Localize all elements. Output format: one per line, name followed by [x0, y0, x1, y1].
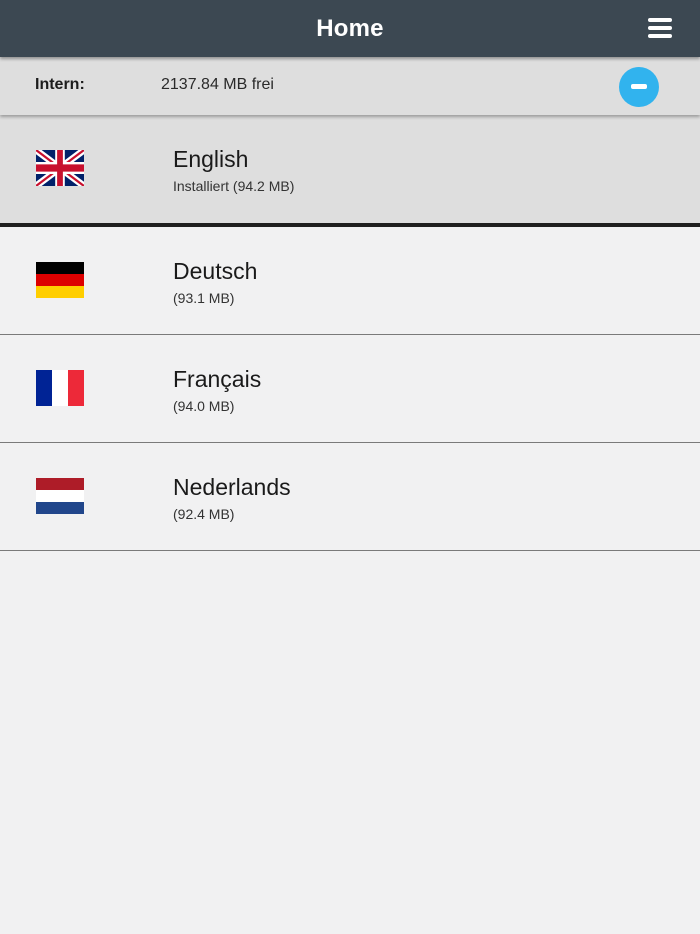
language-row-nederlands[interactable]: Nederlands (92.4 MB): [0, 443, 700, 551]
storage-free-value: 2137.84 MB frei: [161, 76, 274, 93]
france-flag-icon: [36, 370, 84, 406]
language-row-english[interactable]: English Installiert (94.2 MB): [0, 115, 700, 227]
app-header: Home: [0, 0, 700, 57]
language-size: (93.1 MB): [173, 290, 235, 306]
uk-flag-icon: [36, 150, 84, 186]
germany-flag-icon: [36, 262, 84, 298]
language-size: (94.0 MB): [173, 398, 235, 414]
language-name: Nederlands: [173, 474, 291, 500]
language-row-francais[interactable]: Français (94.0 MB): [0, 335, 700, 443]
language-size: (92.4 MB): [173, 506, 235, 522]
minus-circle-icon: [631, 84, 647, 89]
storage-bar: Intern: 2137.84 MB frei: [0, 57, 700, 115]
language-row-deutsch[interactable]: Deutsch (93.1 MB): [0, 227, 700, 335]
language-list: English Installiert (94.2 MB) Deutsch (9…: [0, 115, 700, 551]
page-title: Home: [316, 15, 384, 42]
hamburger-menu-icon[interactable]: [648, 17, 672, 39]
language-size: Installiert (94.2 MB): [173, 178, 295, 194]
language-name: Deutsch: [173, 258, 258, 284]
netherlands-flag-icon: [36, 478, 84, 514]
language-name: Français: [173, 366, 262, 392]
language-name: English: [173, 146, 249, 172]
remove-button[interactable]: [619, 67, 659, 107]
storage-label: Intern:: [35, 76, 85, 93]
